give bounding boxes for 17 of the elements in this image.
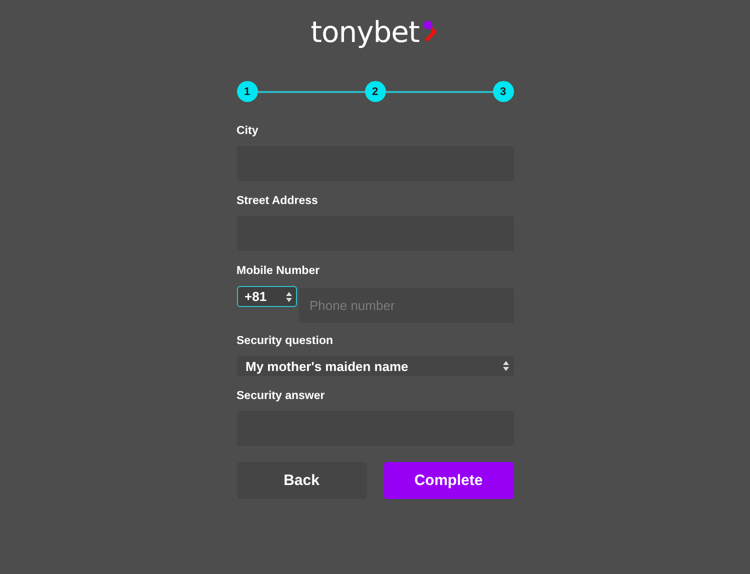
field-label: Security question — [236, 334, 334, 348]
field-label: City — [236, 124, 260, 138]
country-code-select[interactable]: +81 — [236, 286, 296, 307]
back-button[interactable]: Back — [236, 462, 366, 499]
question-select[interactable]: My mother's maiden name — [236, 356, 514, 376]
field-label: Mobile Number — [236, 264, 321, 278]
step-marker: 2 — [364, 81, 386, 102]
field-label: Street Address — [236, 194, 319, 208]
up-down-arrows-icon — [502, 361, 508, 371]
field-label: Security answer — [236, 389, 326, 403]
logo-text: tonybet — [310, 16, 420, 48]
step-marker: 3 — [492, 81, 514, 102]
step-marker: 1 — [236, 81, 258, 102]
complete-button[interactable]: Complete — [384, 462, 514, 499]
phone-input-field[interactable]: Phone number — [298, 288, 514, 323]
up-down-arrows-icon — [286, 292, 292, 302]
logo-icon — [423, 20, 440, 44]
